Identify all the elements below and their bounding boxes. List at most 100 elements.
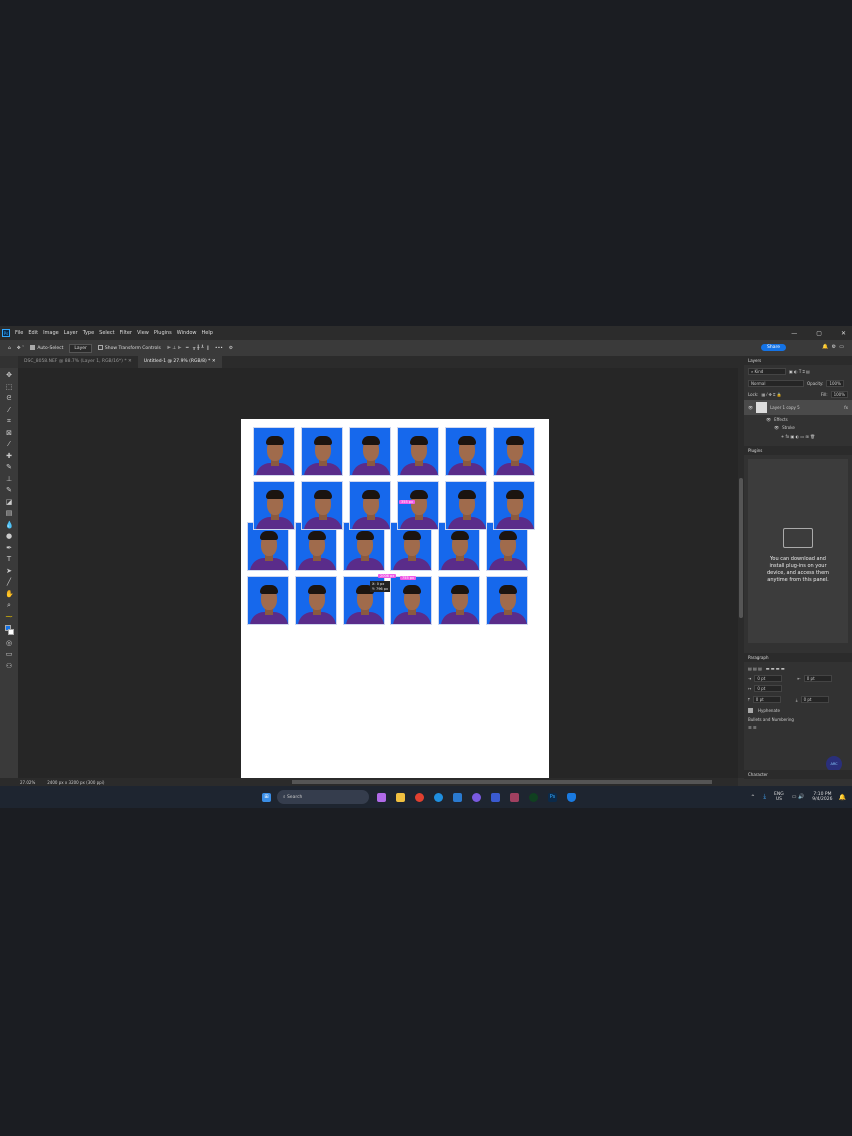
- language-indicator[interactable]: ENG US: [774, 792, 784, 802]
- edit-toolbar-icon[interactable]: ⁓: [5, 613, 13, 622]
- menu-plugins[interactable]: Plugins: [154, 330, 172, 336]
- id-photo[interactable]: [397, 481, 439, 530]
- lasso-tool-icon[interactable]: ᘓ: [5, 394, 13, 403]
- menu-layer[interactable]: Layer: [64, 330, 78, 336]
- file-explorer-icon[interactable]: [396, 792, 405, 802]
- align-icons[interactable]: ⊫ ⊥ ⊩ ═ ╥ ╫ ╨ ‖: [167, 346, 209, 351]
- menu-image[interactable]: Image: [43, 330, 59, 336]
- layer-name[interactable]: Layer 1 copy 5: [770, 405, 800, 410]
- eyedropper-tool-icon[interactable]: ⁄: [5, 440, 13, 449]
- gear-icon[interactable]: ⚙: [229, 346, 233, 351]
- stroke-row[interactable]: 👁 Stroke: [744, 423, 852, 431]
- auto-select-checkbox[interactable]: Auto-Select: [30, 345, 63, 351]
- frame-tool-icon[interactable]: ⊠: [5, 429, 13, 438]
- paragraph-tab[interactable]: Paragraph: [748, 655, 769, 660]
- brush-tool-icon[interactable]: ✎: [5, 463, 13, 472]
- id-photo[interactable]: [493, 427, 535, 476]
- id-photo[interactable]: [301, 481, 343, 530]
- id-photo[interactable]: [438, 576, 480, 625]
- stamp-tool-icon[interactable]: ⊥: [5, 475, 13, 484]
- indent-left-input[interactable]: 0 pt: [754, 675, 783, 682]
- id-photo[interactable]: [349, 427, 391, 476]
- canvas-area[interactable]: 355 px 2006 px 755 px X: 0 px Y: 796 px: [18, 368, 738, 778]
- plugins-tab[interactable]: Plugins: [748, 448, 762, 453]
- horizontal-scrollbar[interactable]: [292, 780, 712, 784]
- blend-mode-select[interactable]: Normal: [748, 380, 804, 387]
- menu-select[interactable]: Select: [99, 330, 114, 336]
- layer-row[interactable]: 👁 Layer 1 copy 5 fx: [744, 400, 852, 415]
- quick-mask-icon[interactable]: ◎: [5, 639, 13, 648]
- workspace-icons[interactable]: 🔔 ⚙ ▭: [822, 344, 844, 350]
- paragraph-align-buttons[interactable]: ▤ ▤ ▤ ▬ ▬ ▬ ▬: [744, 662, 852, 674]
- layer-filter-select[interactable]: ⌕ Kind: [748, 368, 786, 375]
- scrollbar-thumb[interactable]: [739, 478, 743, 618]
- dodge-tool-icon[interactable]: ●: [5, 532, 13, 541]
- move-tool-icon[interactable]: ✥ ˅: [17, 346, 24, 351]
- copilot-icon[interactable]: [377, 792, 386, 802]
- menu-file[interactable]: File: [15, 330, 23, 336]
- zoom-level[interactable]: 27.02%: [20, 780, 35, 785]
- security-shield-icon[interactable]: [567, 792, 576, 802]
- maximize-button[interactable]: ▢: [816, 330, 822, 337]
- id-photo[interactable]: [390, 576, 432, 625]
- menu-view[interactable]: View: [137, 330, 149, 336]
- space-before-input[interactable]: 0 pt: [752, 695, 781, 703]
- marquee-tool-icon[interactable]: ⬚: [5, 383, 13, 392]
- taskbar-search[interactable]: ⌕ Search: [277, 790, 369, 804]
- layer-select-dropdown[interactable]: Layer: [69, 343, 92, 353]
- character-tab[interactable]: Character: [748, 772, 768, 777]
- close-button[interactable]: ✕: [841, 330, 846, 337]
- type-tool-icon[interactable]: T: [5, 555, 13, 564]
- pen-tool-icon[interactable]: ✒: [5, 544, 13, 553]
- space-after-input[interactable]: 0 pt: [800, 695, 829, 703]
- windows-start-icon[interactable]: ⊞: [262, 792, 271, 802]
- layers-tab[interactable]: Layers: [748, 358, 761, 363]
- edge-icon[interactable]: [434, 792, 443, 802]
- id-photo[interactable]: [253, 481, 295, 530]
- id-photo[interactable]: [247, 576, 289, 625]
- zoom-tool-icon[interactable]: ⌕: [5, 601, 13, 610]
- menu-type[interactable]: Type: [83, 330, 94, 336]
- network-volume-icons[interactable]: ▭ 🔊: [792, 794, 805, 800]
- tab-dsc-8058[interactable]: DSC_8058.NEF @ 88.7% (Layer 1, RGB/16*) …: [18, 356, 138, 368]
- id-photo[interactable]: [445, 427, 487, 476]
- path-select-tool-icon[interactable]: ➤: [5, 567, 13, 576]
- gradient-tool-icon[interactable]: ▤: [5, 509, 13, 518]
- indent-right-input[interactable]: 0 pt: [803, 675, 832, 682]
- crop-tool-icon[interactable]: ⌗: [5, 417, 13, 426]
- photoshop-taskbar-icon[interactable]: Ps: [548, 792, 557, 802]
- menu-help[interactable]: Help: [202, 330, 213, 336]
- bullet-buttons[interactable]: ☰ ☰: [744, 723, 852, 732]
- id-photo[interactable]: [301, 427, 343, 476]
- tab-untitled-1[interactable]: Untitled-1 @ 27.9% (RGB/8) * ✕: [137, 356, 222, 368]
- id-photo[interactable]: [397, 427, 439, 476]
- id-photo[interactable]: [295, 576, 337, 625]
- id-photo[interactable]: [486, 576, 528, 625]
- menu-filter[interactable]: Filter: [120, 330, 132, 336]
- fill-input[interactable]: 100%: [830, 391, 848, 398]
- app-icon[interactable]: [510, 792, 519, 802]
- document-page[interactable]: 355 px 2006 px 755 px X: 0 px Y: 796 px: [241, 419, 549, 778]
- eye-icon[interactable]: 👁: [748, 405, 753, 410]
- chevron-up-icon[interactable]: ⌃: [750, 794, 755, 801]
- minimize-button[interactable]: —: [791, 330, 797, 337]
- id-photo[interactable]: [349, 481, 391, 530]
- color-swatches-icon[interactable]: [5, 624, 14, 636]
- hand-tool-icon[interactable]: ✋: [5, 590, 14, 599]
- chart-app-icon[interactable]: [491, 792, 500, 802]
- home-icon[interactable]: ⌂: [8, 346, 11, 351]
- hyphenate-checkbox[interactable]: Hyphenate: [744, 705, 852, 715]
- id-photo[interactable]: [493, 481, 535, 530]
- history-brush-icon[interactable]: ✎: [5, 486, 13, 495]
- menu-window[interactable]: Window: [177, 330, 197, 336]
- screen-mode-icon[interactable]: ▭: [5, 650, 13, 659]
- generative-icon[interactable]: ⚇: [5, 662, 13, 671]
- share-button[interactable]: Share: [761, 344, 786, 351]
- line-tool-icon[interactable]: ╱: [5, 578, 13, 587]
- more-options-button[interactable]: •••: [215, 346, 223, 351]
- quick-select-tool-icon[interactable]: ⁄: [5, 406, 13, 415]
- effects-row[interactable]: 👁 Effects: [744, 415, 852, 423]
- id-photo[interactable]: [445, 481, 487, 530]
- menu-edit[interactable]: Edit: [28, 330, 38, 336]
- opacity-input[interactable]: 100%: [826, 380, 844, 387]
